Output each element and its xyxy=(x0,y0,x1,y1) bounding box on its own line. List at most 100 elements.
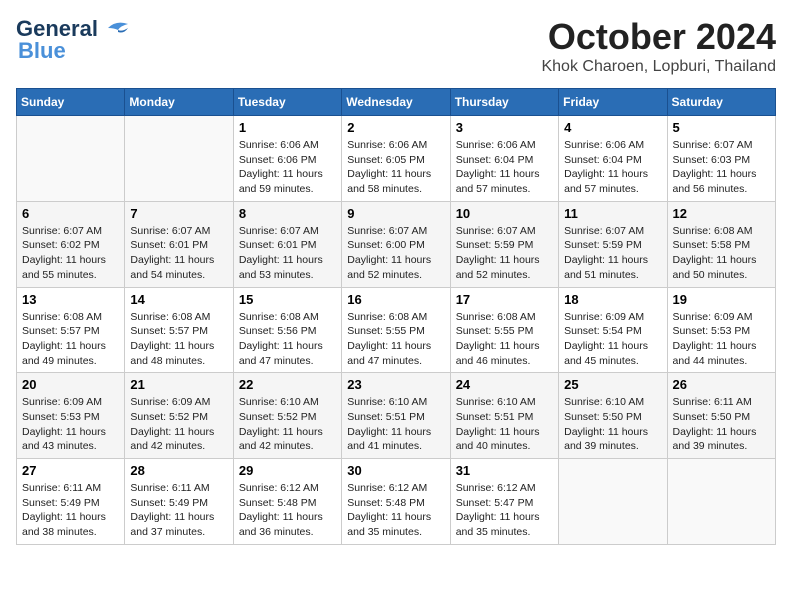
cell-info-text: Sunrise: 6:06 AM Sunset: 6:04 PM Dayligh… xyxy=(456,138,553,197)
cell-date-number: 16 xyxy=(347,292,444,307)
calendar-cell: 9 Sunrise: 6:07 AM Sunset: 6:00 PM Daylig… xyxy=(342,201,450,287)
cell-info-text: Sunrise: 6:07 AM Sunset: 6:02 PM Dayligh… xyxy=(22,224,119,283)
header-row: SundayMondayTuesdayWednesdayThursdayFrid… xyxy=(17,89,776,116)
cell-info-text: Sunrise: 6:10 AM Sunset: 5:50 PM Dayligh… xyxy=(564,395,661,454)
cell-info-text: Sunrise: 6:10 AM Sunset: 5:51 PM Dayligh… xyxy=(347,395,444,454)
calendar-cell: 19Sunrise: 6:09 AM Sunset: 5:53 PM Dayli… xyxy=(667,287,775,373)
cell-info-text: Sunrise: 6:08 AM Sunset: 5:57 PM Dayligh… xyxy=(130,310,227,369)
title-area: October 2024 Khok Charoen, Lopburi, Thai… xyxy=(541,16,776,76)
calendar-cell: 21Sunrise: 6:09 AM Sunset: 5:52 PM Dayli… xyxy=(125,373,233,459)
header-sunday: Sunday xyxy=(17,89,125,116)
cell-date-number: 30 xyxy=(347,463,444,478)
calendar-cell: 16 Sunrise: 6:08 AM Sunset: 5:55 PM Dayli… xyxy=(342,287,450,373)
cell-info-text: Sunrise: 6:09 AM Sunset: 5:54 PM Dayligh… xyxy=(564,310,661,369)
header-friday: Friday xyxy=(559,89,667,116)
cell-date-number: 2 xyxy=(347,120,444,135)
cell-info-text: Sunrise: 6:09 AM Sunset: 5:52 PM Dayligh… xyxy=(130,395,227,454)
header-saturday: Saturday xyxy=(667,89,775,116)
calendar-cell xyxy=(559,459,667,545)
calendar-cell: 10 Sunrise: 6:07 AM Sunset: 5:59 PM Dayli… xyxy=(450,201,558,287)
header-thursday: Thursday xyxy=(450,89,558,116)
calendar-header: SundayMondayTuesdayWednesdayThursdayFrid… xyxy=(17,89,776,116)
cell-info-text: Sunrise: 6:08 AM Sunset: 5:58 PM Dayligh… xyxy=(673,224,770,283)
cell-date-number: 3 xyxy=(456,120,553,135)
calendar-cell: 7Sunrise: 6:07 AM Sunset: 6:01 PM Daylig… xyxy=(125,201,233,287)
cell-info-text: Sunrise: 6:12 AM Sunset: 5:48 PM Dayligh… xyxy=(239,481,336,540)
cell-info-text: Sunrise: 6:07 AM Sunset: 5:59 PM Dayligh… xyxy=(456,224,553,283)
cell-info-text: Sunrise: 6:10 AM Sunset: 5:51 PM Dayligh… xyxy=(456,395,553,454)
week-row-2: 6Sunrise: 6:07 AM Sunset: 6:02 PM Daylig… xyxy=(17,201,776,287)
logo-bird-icon xyxy=(100,18,132,40)
cell-info-text: Sunrise: 6:07 AM Sunset: 6:01 PM Dayligh… xyxy=(239,224,336,283)
cell-date-number: 13 xyxy=(22,292,119,307)
cell-date-number: 24 xyxy=(456,377,553,392)
cell-info-text: Sunrise: 6:12 AM Sunset: 5:47 PM Dayligh… xyxy=(456,481,553,540)
cell-date-number: 29 xyxy=(239,463,336,478)
calendar-cell xyxy=(667,459,775,545)
cell-date-number: 18 xyxy=(564,292,661,307)
calendar-cell: 26 Sunrise: 6:11 AM Sunset: 5:50 PM Dayli… xyxy=(667,373,775,459)
calendar-cell: 5Sunrise: 6:07 AM Sunset: 6:03 PM Daylig… xyxy=(667,116,775,202)
cell-date-number: 19 xyxy=(673,292,770,307)
logo: General Blue xyxy=(16,16,132,64)
calendar-cell: 18 Sunrise: 6:09 AM Sunset: 5:54 PM Dayli… xyxy=(559,287,667,373)
cell-date-number: 27 xyxy=(22,463,119,478)
week-row-3: 13 Sunrise: 6:08 AM Sunset: 5:57 PM Dayli… xyxy=(17,287,776,373)
cell-info-text: Sunrise: 6:07 AM Sunset: 5:59 PM Dayligh… xyxy=(564,224,661,283)
cell-info-text: Sunrise: 6:12 AM Sunset: 5:48 PM Dayligh… xyxy=(347,481,444,540)
cell-info-text: Sunrise: 6:11 AM Sunset: 5:50 PM Dayligh… xyxy=(673,395,770,454)
cell-date-number: 26 xyxy=(673,377,770,392)
cell-date-number: 17 xyxy=(456,292,553,307)
cell-info-text: Sunrise: 6:06 AM Sunset: 6:06 PM Dayligh… xyxy=(239,138,336,197)
cell-date-number: 5 xyxy=(673,120,770,135)
cell-info-text: Sunrise: 6:09 AM Sunset: 5:53 PM Dayligh… xyxy=(22,395,119,454)
location-subtitle: Khok Charoen, Lopburi, Thailand xyxy=(541,58,776,76)
calendar-cell: 31 Sunrise: 6:12 AM Sunset: 5:47 PM Dayli… xyxy=(450,459,558,545)
week-row-5: 27 Sunrise: 6:11 AM Sunset: 5:49 PM Dayli… xyxy=(17,459,776,545)
cell-date-number: 12 xyxy=(673,206,770,221)
cell-date-number: 8 xyxy=(239,206,336,221)
calendar-cell: 4Sunrise: 6:06 AM Sunset: 6:04 PM Daylig… xyxy=(559,116,667,202)
calendar-cell: 17Sunrise: 6:08 AM Sunset: 5:55 PM Dayli… xyxy=(450,287,558,373)
calendar-body: 1 Sunrise: 6:06 AM Sunset: 6:06 PM Daylig… xyxy=(17,116,776,545)
cell-date-number: 20 xyxy=(22,377,119,392)
calendar-cell: 2 Sunrise: 6:06 AM Sunset: 6:05 PM Daylig… xyxy=(342,116,450,202)
cell-date-number: 28 xyxy=(130,463,227,478)
cell-date-number: 10 xyxy=(456,206,553,221)
calendar-cell: 1 Sunrise: 6:06 AM Sunset: 6:06 PM Daylig… xyxy=(233,116,341,202)
calendar-cell: 23Sunrise: 6:10 AM Sunset: 5:51 PM Dayli… xyxy=(342,373,450,459)
calendar-cell: 29 Sunrise: 6:12 AM Sunset: 5:48 PM Dayli… xyxy=(233,459,341,545)
cell-date-number: 14 xyxy=(130,292,227,307)
header-monday: Monday xyxy=(125,89,233,116)
cell-date-number: 31 xyxy=(456,463,553,478)
cell-info-text: Sunrise: 6:06 AM Sunset: 6:05 PM Dayligh… xyxy=(347,138,444,197)
cell-date-number: 9 xyxy=(347,206,444,221)
calendar-cell: 13 Sunrise: 6:08 AM Sunset: 5:57 PM Dayli… xyxy=(17,287,125,373)
cell-info-text: Sunrise: 6:11 AM Sunset: 5:49 PM Dayligh… xyxy=(22,481,119,540)
calendar-cell: 22Sunrise: 6:10 AM Sunset: 5:52 PM Dayli… xyxy=(233,373,341,459)
calendar-cell: 27 Sunrise: 6:11 AM Sunset: 5:49 PM Dayli… xyxy=(17,459,125,545)
calendar-cell xyxy=(125,116,233,202)
cell-info-text: Sunrise: 6:08 AM Sunset: 5:55 PM Dayligh… xyxy=(347,310,444,369)
cell-date-number: 1 xyxy=(239,120,336,135)
cell-date-number: 11 xyxy=(564,206,661,221)
week-row-4: 20 Sunrise: 6:09 AM Sunset: 5:53 PM Dayli… xyxy=(17,373,776,459)
cell-info-text: Sunrise: 6:07 AM Sunset: 6:01 PM Dayligh… xyxy=(130,224,227,283)
cell-date-number: 22 xyxy=(239,377,336,392)
week-row-1: 1 Sunrise: 6:06 AM Sunset: 6:06 PM Daylig… xyxy=(17,116,776,202)
calendar-cell: 20 Sunrise: 6:09 AM Sunset: 5:53 PM Dayli… xyxy=(17,373,125,459)
cell-info-text: Sunrise: 6:07 AM Sunset: 6:00 PM Dayligh… xyxy=(347,224,444,283)
cell-info-text: Sunrise: 6:08 AM Sunset: 5:56 PM Dayligh… xyxy=(239,310,336,369)
calendar-cell: 25Sunrise: 6:10 AM Sunset: 5:50 PM Dayli… xyxy=(559,373,667,459)
calendar-cell: 14 Sunrise: 6:08 AM Sunset: 5:57 PM Dayli… xyxy=(125,287,233,373)
cell-date-number: 4 xyxy=(564,120,661,135)
calendar-cell: 12 Sunrise: 6:08 AM Sunset: 5:58 PM Dayli… xyxy=(667,201,775,287)
calendar-cell: 3 Sunrise: 6:06 AM Sunset: 6:04 PM Daylig… xyxy=(450,116,558,202)
calendar-cell: 6Sunrise: 6:07 AM Sunset: 6:02 PM Daylig… xyxy=(17,201,125,287)
month-title: October 2024 xyxy=(541,16,776,58)
calendar-cell xyxy=(17,116,125,202)
calendar-cell: 11 Sunrise: 6:07 AM Sunset: 5:59 PM Dayli… xyxy=(559,201,667,287)
cell-info-text: Sunrise: 6:08 AM Sunset: 5:57 PM Dayligh… xyxy=(22,310,119,369)
calendar-cell: 24 Sunrise: 6:10 AM Sunset: 5:51 PM Dayli… xyxy=(450,373,558,459)
cell-date-number: 15 xyxy=(239,292,336,307)
